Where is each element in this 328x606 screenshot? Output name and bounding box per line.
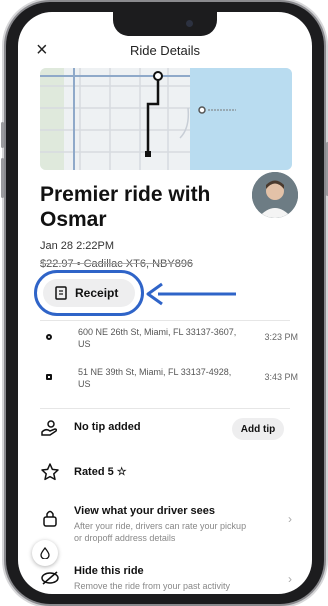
divider [40, 320, 290, 321]
driver-view-row[interactable]: View what your driver sees After your ri… [40, 502, 298, 546]
tip-label: No tip added [74, 421, 141, 433]
route-map[interactable] [40, 68, 292, 170]
drop-icon [40, 547, 50, 559]
driver-view-label: View what your driver sees [74, 505, 216, 517]
pickup-address: 600 NE 26th St, Miami, FL 33137-3607, US [78, 327, 237, 349]
volume-button [1, 158, 4, 198]
dropoff-square-icon [46, 374, 52, 380]
avatar-graphic [252, 172, 298, 218]
pickup-time: 3:23 PM [264, 332, 298, 342]
dropoff-stop: 51 NE 39th St, Miami, FL 33137-4928, US … [40, 366, 298, 400]
add-tip-button[interactable]: Add tip [232, 418, 284, 440]
ride-vehicle: $22.97 • Cadillac XT6, NBY896 [40, 258, 194, 270]
receipt-button[interactable]: Receipt [43, 279, 135, 307]
pointer-arrow-icon [146, 282, 236, 306]
rating-label: Rated 5 ☆ [74, 466, 127, 478]
notch [113, 12, 217, 36]
phone-frame: × Ride Details Premier ride with Osmar J… [1, 2, 328, 604]
lock-icon [43, 510, 57, 527]
chevron-right-icon: › [288, 572, 292, 586]
dropoff-address: 51 NE 39th St, Miami, FL 33137-4928, US [78, 367, 232, 389]
rating-row: Rated 5 ☆ [40, 462, 298, 486]
driver-view-description: After your ride, drivers can rate your p… [74, 521, 247, 543]
hide-icon [41, 571, 59, 585]
receipt-icon [55, 286, 67, 300]
ride-date: Jan 28 2:22PM [40, 240, 114, 252]
map-graphic [40, 68, 292, 170]
top-bar: × Ride Details [18, 38, 312, 64]
ride-title: Premier ride with Osmar [40, 183, 211, 231]
app-screen: × Ride Details Premier ride with Osmar J… [18, 12, 312, 594]
driver-avatar [252, 172, 298, 218]
chevron-right-icon: › [288, 512, 292, 526]
pickup-dot-icon [46, 334, 52, 340]
hide-ride-row[interactable]: Hide this ride Remove the ride from your… [40, 562, 298, 594]
pickup-stop: 600 NE 26th St, Miami, FL 33137-3607, US… [40, 326, 298, 360]
page-title: Ride Details [129, 43, 201, 58]
hide-ride-label: Hide this ride [74, 565, 144, 577]
hide-ride-description: Remove the ride from your past activity [74, 581, 231, 591]
star-icon [41, 463, 59, 481]
volume-button [1, 122, 4, 148]
floating-action-button[interactable] [32, 540, 58, 566]
receipt-label: Receipt [75, 286, 119, 300]
dropoff-time: 3:43 PM [264, 372, 298, 382]
camera [186, 20, 193, 27]
tip-icon [41, 420, 58, 436]
tip-row: No tip added Add tip [40, 418, 298, 442]
divider [40, 408, 290, 409]
